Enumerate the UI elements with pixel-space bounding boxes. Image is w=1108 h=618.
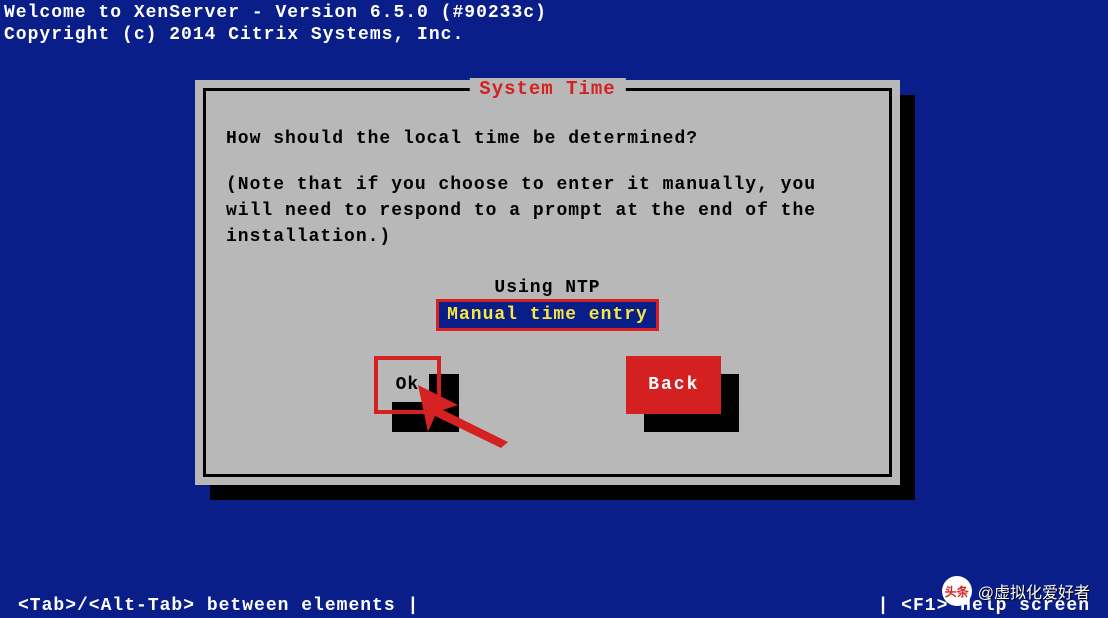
watermark: 头条 @虚拟化爱好者 <box>942 576 1090 606</box>
option-manual[interactable]: Manual time entry <box>439 302 656 328</box>
watermark-brand: 头条 <box>945 583 969 600</box>
copyright-line: Copyright (c) 2014 Citrix Systems, Inc. <box>4 24 1104 46</box>
question-text: How should the local time be determined? <box>226 126 869 152</box>
header-area: Welcome to XenServer - Version 6.5.0 (#9… <box>0 0 1108 48</box>
option-manual-highlight: Manual time entry <box>436 299 659 331</box>
back-button-wrap: Back <box>626 356 721 414</box>
system-time-dialog: System Time How should the local time be… <box>195 80 900 485</box>
watermark-user: @虚拟化爱好者 <box>978 579 1090 603</box>
back-button[interactable]: Back <box>630 360 717 410</box>
footer-left-hint: <Tab>/<Alt-Tab> between elements | <box>18 596 419 616</box>
welcome-line: Welcome to XenServer - Version 6.5.0 (#9… <box>4 2 1104 24</box>
annotation-arrow-icon <box>413 380 523 450</box>
dialog-title: System Time <box>469 78 625 100</box>
button-row: Ok Back <box>226 356 869 414</box>
dialog-content: How should the local time be determined?… <box>206 91 889 424</box>
time-options: Using NTP Manual time entry <box>226 275 869 331</box>
back-button-border: Back <box>626 356 721 414</box>
dialog-border: How should the local time be determined?… <box>203 88 892 477</box>
watermark-logo-icon: 头条 <box>942 576 972 606</box>
option-ntp[interactable]: Using NTP <box>494 275 600 301</box>
note-text: (Note that if you choose to enter it man… <box>226 172 869 250</box>
